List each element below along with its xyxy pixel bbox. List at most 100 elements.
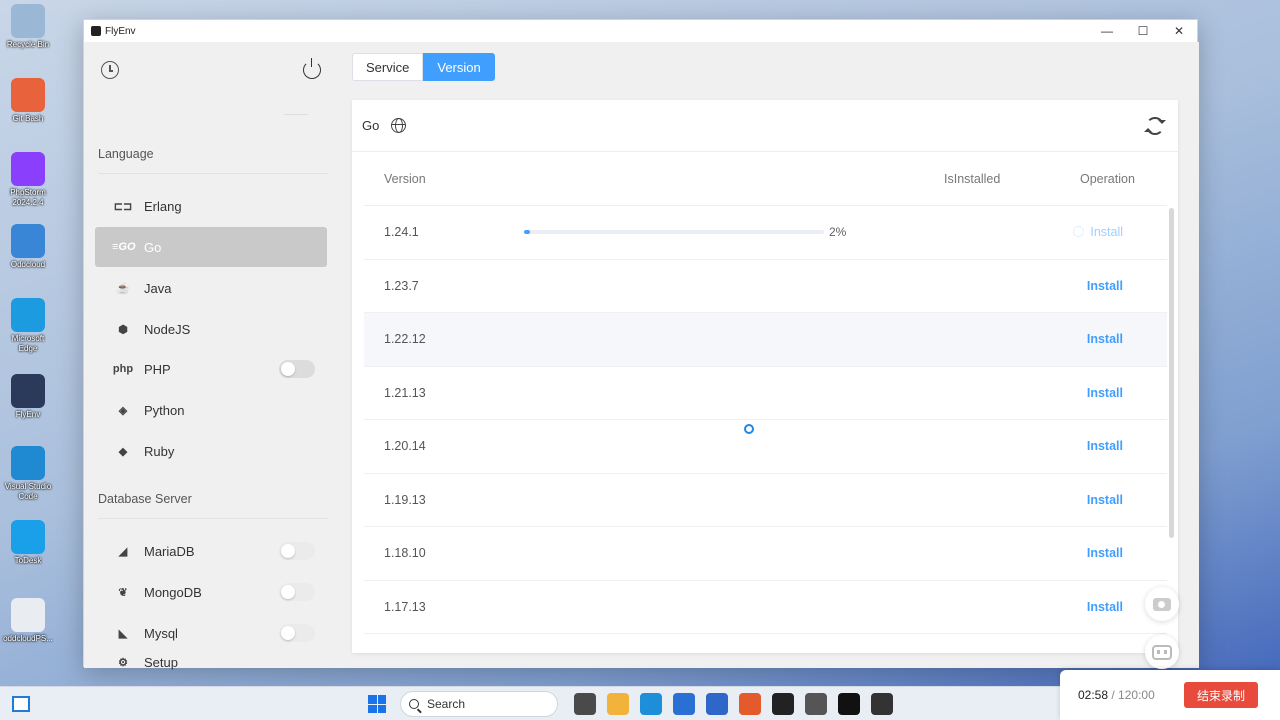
install-label: Install <box>1086 439 1123 454</box>
edge-icon[interactable] <box>606 693 629 715</box>
install-button[interactable]: Install <box>1087 546 1123 560</box>
terminal-icon[interactable] <box>738 693 761 715</box>
mongodb-icon: ❦ <box>118 586 128 599</box>
service-toggle[interactable] <box>279 542 315 560</box>
install-label: Install <box>1086 385 1123 400</box>
power-icon[interactable] <box>303 58 321 79</box>
install-button[interactable]: Install <box>1087 493 1123 507</box>
flyenv-icon[interactable] <box>837 693 860 715</box>
sidebar-item-php[interactable]: php PHP <box>95 349 327 389</box>
screenshot-button[interactable] <box>1145 587 1179 621</box>
column-header-version: Version <box>384 171 426 186</box>
refresh-icon[interactable] <box>1144 117 1166 135</box>
maximize-button[interactable]: ☐ <box>1125 20 1161 42</box>
download-progress: 2% <box>524 225 854 239</box>
title-bar[interactable]: FlyEnv — ☐ ✕ <box>84 20 1197 42</box>
card-header: Go <box>352 100 1178 152</box>
flyenv-logo-icon <box>91 26 101 36</box>
phpstorm-icon <box>11 152 45 186</box>
widgets-icon[interactable] <box>12 696 30 712</box>
table-row: 1.17.13 Install <box>364 581 1167 634</box>
main-panel: Service Version Go Version IsInstalled O… <box>342 42 1199 669</box>
stop-recording-button[interactable]: 结束录制 <box>1184 682 1258 708</box>
close-button[interactable]: ✕ <box>1161 20 1197 42</box>
desktop-icon[interactable]: oddcloudPS... <box>2 598 54 644</box>
install-label: Install <box>1086 278 1123 293</box>
desktop-icon[interactable]: ToDesk <box>2 520 54 566</box>
tab-service[interactable]: Service <box>352 53 424 81</box>
cmd-icon[interactable] <box>870 693 893 715</box>
assistant-button[interactable] <box>1145 635 1179 669</box>
taskbar-search[interactable]: Search <box>400 691 558 717</box>
desktop-icon-label: Recycle Bin <box>6 40 50 49</box>
desktop-icon[interactable]: FlyEnv <box>2 374 54 420</box>
install-button[interactable]: Install <box>1087 386 1123 400</box>
python-icon: ◈ <box>118 404 128 417</box>
install-button[interactable]: Install <box>1087 600 1123 614</box>
flyenv-icon <box>11 374 45 408</box>
remote-icon[interactable] <box>771 693 794 715</box>
service-toggle[interactable] <box>279 360 315 378</box>
table-header: Version IsInstalled Operation <box>364 152 1167 206</box>
desktop-icon-label: oddcloudPS... <box>3 634 53 643</box>
desktop-icon[interactable]: Microsoft Edge <box>2 298 54 354</box>
version-cell: 1.19.13 <box>384 492 426 507</box>
sidebar-item-go[interactable]: ≡GO Go <box>95 227 327 267</box>
file-icon <box>11 598 45 632</box>
minimize-button[interactable]: — <box>1089 20 1125 42</box>
install-label: Install <box>1086 546 1123 561</box>
desktop-icon-label: Visual Studio Code <box>4 482 52 501</box>
globe-icon[interactable] <box>391 118 407 133</box>
desktop-icon[interactable]: PhpStorm 2024.2.4 <box>2 152 54 208</box>
sidebar-item-setup[interactable]: ⚙ Setup <box>95 642 327 682</box>
sidebar-item-label: MongoDB <box>144 584 202 600</box>
version-cell: 1.18.10 <box>384 546 426 561</box>
scrollbar[interactable] <box>1169 208 1174 538</box>
install-button[interactable]: Install <box>1073 225 1123 239</box>
desktop-icon[interactable]: Git Bash <box>2 78 54 124</box>
sidebar-item-label: Setup <box>144 654 178 670</box>
version-cell: 1.23.7 <box>384 278 419 293</box>
search-icon <box>409 699 419 709</box>
sidebar-item-nodejs[interactable]: ⬢ NodeJS <box>95 309 327 349</box>
sidebar-item-ruby[interactable]: ◆ Ruby <box>95 431 327 471</box>
search-placeholder: Search <box>427 697 466 711</box>
desktop-icon[interactable]: Visual Studio Code <box>2 446 54 502</box>
service-toggle[interactable] <box>279 583 315 601</box>
sidebar-item-label: Java <box>144 280 172 296</box>
table-row: 1.23.7 Install <box>364 260 1167 313</box>
sidebar-item-label: Mysql <box>144 625 178 641</box>
version-card: Go Version IsInstalled Operation 1.24.1 2… <box>352 100 1178 653</box>
flyenv-window: FlyEnv — ☐ ✕ Language ⊏⊐ Erlang ≡GO Go ☕ Java… <box>83 19 1199 670</box>
desktop-icon[interactable]: Recycle Bin <box>2 4 54 50</box>
clock-icon[interactable] <box>101 61 119 79</box>
install-label: Install <box>1086 332 1123 347</box>
start-button[interactable] <box>368 695 386 713</box>
sidebar-item-mariadb[interactable]: ◢ MariaDB <box>95 531 327 571</box>
service-toggle[interactable] <box>279 624 315 642</box>
teamviewer-icon[interactable] <box>672 693 695 715</box>
install-button[interactable]: Install <box>1087 439 1123 453</box>
install-button[interactable]: Install <box>1087 279 1123 293</box>
sidebar-item-java[interactable]: ☕ Java <box>95 268 327 308</box>
powershell-icon[interactable] <box>639 693 662 715</box>
office-icon[interactable] <box>705 693 728 715</box>
file-explorer-icon[interactable] <box>573 693 596 715</box>
sidebar-item-python[interactable]: ◈ Python <box>95 390 327 430</box>
qq-icon[interactable] <box>804 693 827 715</box>
desktop-icon-label: Oddcloud <box>10 260 46 269</box>
table-row: 1.18.10 Install <box>364 527 1167 581</box>
table-row: 1.24.1 2% Install <box>364 206 1167 260</box>
table-row: 1.20.14 Install <box>364 420 1167 474</box>
mouse-cursor-icon <box>738 428 744 442</box>
tab-version[interactable]: Version <box>423 53 495 81</box>
git-bash-icon <box>11 78 45 112</box>
install-label: Install <box>1086 492 1123 507</box>
install-button[interactable]: Install <box>1087 332 1123 346</box>
recorder-panel: 02:58 / 120:00 结束录制 <box>1060 670 1280 720</box>
sidebar-item-label: PHP <box>144 361 171 377</box>
sidebar-item-erlang[interactable]: ⊏⊐ Erlang <box>95 186 327 226</box>
recording-time: 02:58 / 120:00 <box>1078 688 1155 702</box>
sidebar-item-mongodb[interactable]: ❦ MongoDB <box>95 572 327 612</box>
desktop-icon[interactable]: Oddcloud <box>2 224 54 270</box>
